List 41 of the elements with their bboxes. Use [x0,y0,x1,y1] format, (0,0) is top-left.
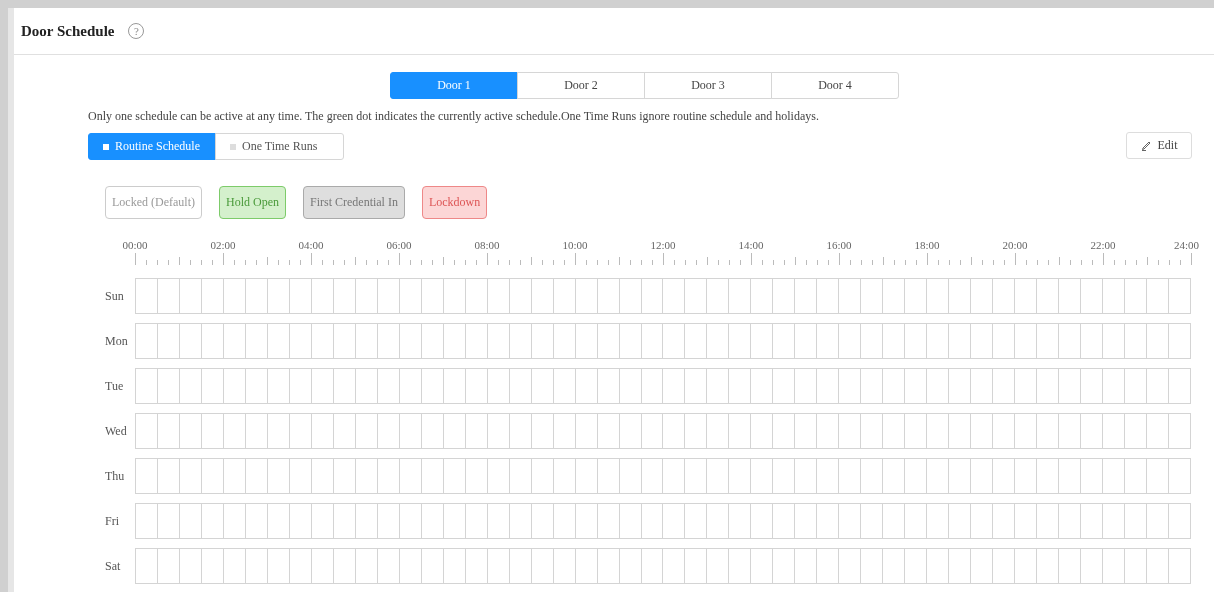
schedule-track[interactable] [135,503,1191,539]
time-label: 04:00 [298,239,324,251]
schedule-track[interactable] [135,323,1191,359]
info-text: Only one schedule can be active at any time. The green dot indicates the currently active schedule.One Time Runs ignore routine schedule and holidays. [88,109,820,124]
day-label: Fri [104,513,120,529]
schedule-track[interactable] [135,413,1191,449]
schedule-track[interactable] [135,368,1191,404]
time-label: 06:00 [386,239,412,251]
time-label: 18:00 [914,239,940,251]
legend-button[interactable]: Lockdown [421,186,488,219]
time-label: 12:00 [650,239,676,251]
page-title: Door Schedule [21,22,115,40]
legend-button[interactable]: Locked (Default) [105,186,202,219]
day-label: Wed [104,423,128,439]
time-label: 20:00 [1002,239,1028,251]
door-tab[interactable]: Door 2 [517,72,645,99]
door-tab[interactable]: Door 3 [644,72,772,99]
time-label: 10:00 [562,239,588,251]
time-label: 08:00 [474,239,500,251]
legend-button[interactable]: Hold Open [218,186,286,219]
schedule-track[interactable] [135,278,1191,314]
day-label: Sat [104,558,122,574]
time-label: 22:00 [1090,239,1116,251]
schedule-type-tab[interactable]: Routine Schedule [88,133,216,160]
pencil-icon [1140,140,1152,151]
time-label: 14:00 [738,239,764,251]
day-label: Tue [104,378,125,394]
time-label: 02:00 [210,239,236,251]
door-tab[interactable]: Door 4 [771,72,899,99]
edit-button[interactable]: Edit [1126,132,1192,159]
legend-button[interactable]: First Credential In [302,186,405,219]
door-tab[interactable]: Door 1 [390,72,518,99]
schedule-type-tab[interactable]: One Time Runs [215,133,344,160]
day-label: Mon [104,333,129,349]
time-label: 16:00 [826,239,852,251]
schedule-track[interactable] [135,548,1191,584]
time-label: 00:00 [122,239,148,251]
time-label: 24:00 [1173,239,1199,251]
day-label: Sun [104,288,125,304]
day-label: Thu [104,468,126,484]
schedule-track[interactable] [135,458,1191,494]
